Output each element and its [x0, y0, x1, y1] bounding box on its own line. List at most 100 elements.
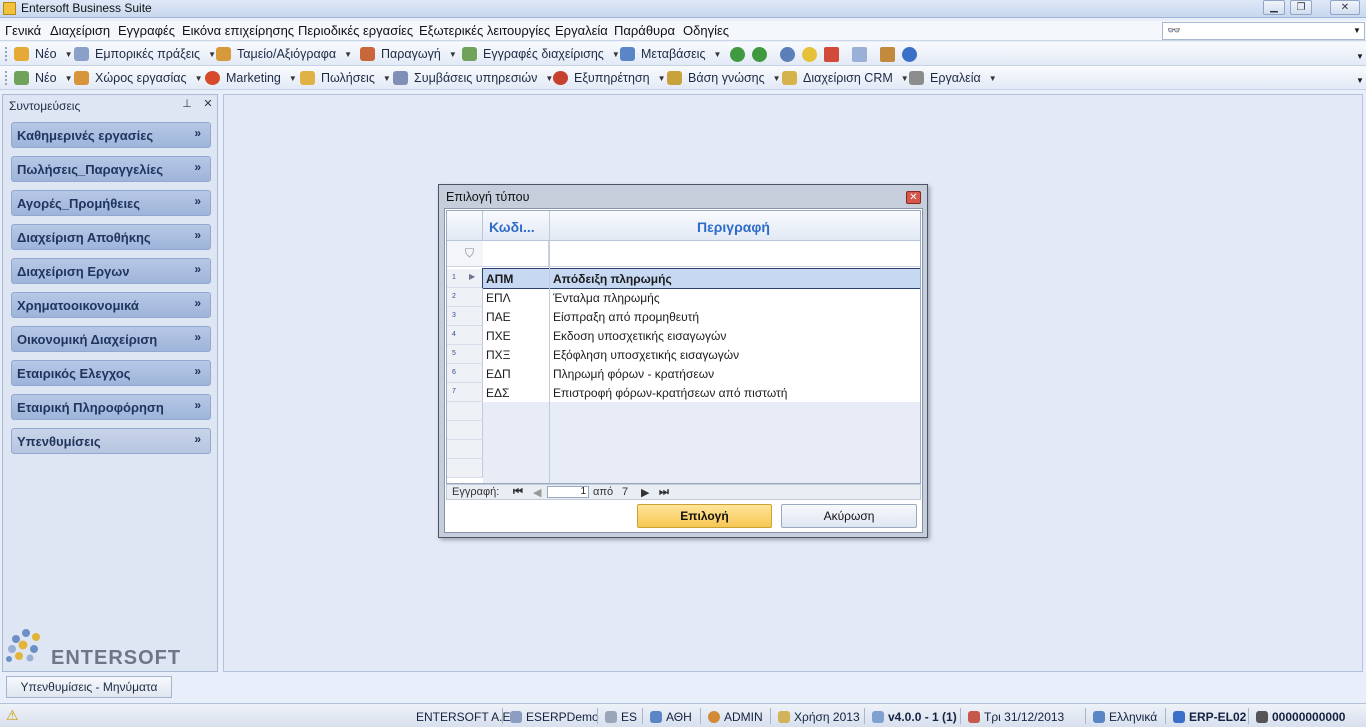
search-input[interactable]: 👓 ▼ — [1162, 22, 1365, 40]
filter-icon[interactable]: ⛉ — [465, 246, 474, 261]
select-button[interactable]: Επιλογή — [637, 504, 772, 528]
status-version[interactable]: v4.0.0 - 1 (1) — [872, 710, 957, 724]
pin-icon[interactable]: ⊥ — [181, 98, 193, 110]
close-button[interactable]: ✕ — [1330, 0, 1360, 15]
calendar-icon — [968, 711, 980, 723]
status-company-code[interactable]: ES — [605, 710, 637, 724]
menu-general[interactable]: Γενικά — [5, 23, 41, 38]
toolbar2-knowledge-button[interactable]: Βάση γνώσης ▼ — [667, 71, 781, 85]
status-fiscal-year[interactable]: Χρήση 2013 — [778, 710, 860, 724]
minimize-button[interactable]: ▁ — [1263, 0, 1285, 15]
menu-tools[interactable]: Εργαλεία — [555, 23, 608, 38]
toolbar2-contracts-button[interactable]: Συμβάσεις υπηρεσιών ▼ — [393, 71, 553, 85]
shortcut-group[interactable]: Αγορές_Προμήθειες» — [11, 190, 211, 216]
record-of-label: από — [593, 486, 614, 498]
record-label: Εγγραφή: — [452, 486, 500, 498]
status-language[interactable]: Ελληνικά — [1093, 710, 1157, 724]
toolbar-management-entries-button[interactable]: Εγγραφές διαχείρισης ▼ — [462, 47, 620, 61]
menu-periodic-tasks[interactable]: Περιοδικές εργασίες — [298, 23, 413, 38]
status-branch[interactable]: ΑΘΗ — [650, 710, 692, 724]
maximize-button[interactable]: ❐ — [1290, 0, 1312, 15]
chevron-down-icon: ▼ — [988, 73, 997, 83]
toolbar-grip[interactable] — [5, 47, 7, 61]
shortcut-group[interactable]: Πωλήσεις_Παραγγελίες» — [11, 156, 211, 182]
row-selector[interactable]: 3 — [447, 307, 483, 326]
toolbar-overflow-icon[interactable]: ▼ — [1356, 76, 1364, 85]
filter-description-input[interactable] — [550, 241, 920, 266]
close-icon[interactable]: ✕ — [202, 98, 214, 110]
shortcut-group[interactable]: Εταιρικός Ελεγχος» — [11, 360, 211, 386]
row-selector — [447, 421, 483, 440]
next-record-icon[interactable]: ▶ — [641, 486, 649, 499]
row-selector[interactable]: 4 — [447, 326, 483, 345]
status-server[interactable]: ERP-EL02 — [1173, 710, 1246, 724]
server-icon — [1173, 711, 1185, 723]
menu-external-functions[interactable]: Εξωτερικές λειτουργίες — [419, 23, 550, 38]
toolbar2-service-button[interactable]: Εξυπηρέτηση ▼ — [553, 71, 666, 85]
row-selector[interactable]: 7 — [447, 383, 483, 402]
binoculars-icon: 👓 — [1167, 25, 1181, 37]
toolbar2-crm-button[interactable]: Διαχείριση CRM ▼ — [782, 71, 909, 85]
row-selector — [447, 402, 483, 421]
shortcut-group[interactable]: Χρηματοοικονομικά» — [11, 292, 211, 318]
column-header-description[interactable]: Περιγραφή — [697, 219, 770, 235]
shortcut-group[interactable]: Διαχείριση Εργων» — [11, 258, 211, 284]
toolbar-overflow-icon[interactable]: ▼ — [1356, 52, 1364, 61]
menu-help[interactable]: Οδηγίες — [683, 23, 729, 38]
status-serial[interactable]: 00000000000 — [1256, 710, 1345, 724]
toolbar-new-button[interactable]: Νέο ▼ — [14, 47, 72, 61]
column-divider — [549, 211, 550, 483]
toolbar2-marketing-button[interactable]: Marketing ▼ — [205, 71, 297, 85]
menu-management[interactable]: Διαχείριση — [50, 23, 110, 38]
column-header-code[interactable]: Κωδι... — [489, 219, 535, 235]
warning-icon[interactable]: ⚠ — [6, 707, 19, 724]
record-number-input[interactable]: 1 — [547, 486, 589, 498]
folder-icon[interactable] — [852, 47, 867, 62]
mail-icon[interactable] — [824, 47, 839, 62]
menu-entries[interactable]: Εγγραφές — [118, 23, 175, 38]
row-selector[interactable]: 6 — [447, 364, 483, 383]
book-icon[interactable] — [880, 47, 895, 62]
chevron-down-icon[interactable]: ▼ — [1353, 26, 1361, 35]
filter-code-input[interactable] — [483, 241, 549, 266]
prev-record-icon[interactable]: ◀ — [533, 486, 541, 499]
toolbar2-sales-button[interactable]: Πωλήσεις ▼ — [300, 71, 391, 85]
toolbar-transitions-button[interactable]: Μεταβάσεις ▼ — [620, 47, 721, 61]
shortcut-group[interactable]: Διαχείριση Αποθήκης» — [11, 224, 211, 250]
shortcuts-title: Συντομεύσεις — [9, 99, 81, 113]
status-user[interactable]: ADMIN — [708, 710, 763, 724]
cancel-button[interactable]: Ακύρωση — [781, 504, 917, 528]
toolbar-cash-button[interactable]: Ταμείο/Αξιόγραφα ▼ — [216, 47, 352, 61]
shortcut-group[interactable]: Εταιρική Πληροφόρηση» — [11, 394, 211, 420]
toolbar2-new-button[interactable]: Νέο ▼ — [14, 71, 72, 85]
shortcut-group[interactable]: Υπενθυμίσεις» — [11, 428, 211, 454]
toolbar2-tools-button[interactable]: Εργαλεία ▼ — [909, 71, 997, 85]
menu-windows[interactable]: Παράθυρα — [614, 23, 675, 38]
toolbar-production-button[interactable]: Παραγωγή ▼ — [360, 47, 457, 61]
chevron-down-icon: ▼ — [900, 73, 909, 83]
back-icon[interactable] — [730, 47, 745, 62]
tools-icon — [909, 71, 924, 85]
row-selector[interactable]: 2 — [447, 288, 483, 307]
help-icon[interactable] — [902, 47, 917, 62]
shortcut-group[interactable]: Καθημερινές εργασίες» — [11, 122, 211, 148]
status-date[interactable]: Τρι 31/12/2013 — [968, 710, 1064, 724]
toolbar-commercial-button[interactable]: Εμπορικές πράξεις ▼ — [74, 47, 216, 61]
row-selector — [447, 440, 483, 459]
dialog-close-button[interactable]: ✕ — [906, 191, 921, 204]
row-selector[interactable]: 1 ▶ — [447, 269, 483, 288]
favorites-star-icon[interactable] — [802, 47, 817, 62]
shortcut-group[interactable]: Οικονομική Διαχείριση» — [11, 326, 211, 352]
current-row-icon: ▶ — [469, 272, 476, 281]
first-record-icon[interactable]: ⏮ — [513, 486, 523, 499]
toolbar-grip[interactable] — [5, 71, 7, 85]
toolbar2-workspace-button[interactable]: Χώρος εργασίας ▼ — [74, 71, 202, 85]
row-selector[interactable]: 5 — [447, 345, 483, 364]
last-record-icon[interactable]: ⏭ — [659, 486, 669, 499]
menu-business-view[interactable]: Εικόνα επιχείρησης — [182, 23, 294, 38]
status-database[interactable]: ESERPDemo — [510, 710, 599, 724]
globe-icon[interactable] — [780, 47, 795, 62]
forward-icon[interactable] — [752, 47, 767, 62]
chevron-down-icon: ▼ — [611, 49, 620, 59]
reminders-messages-tab[interactable]: Υπενθυμίσεις - Μηνύματα — [6, 676, 172, 698]
